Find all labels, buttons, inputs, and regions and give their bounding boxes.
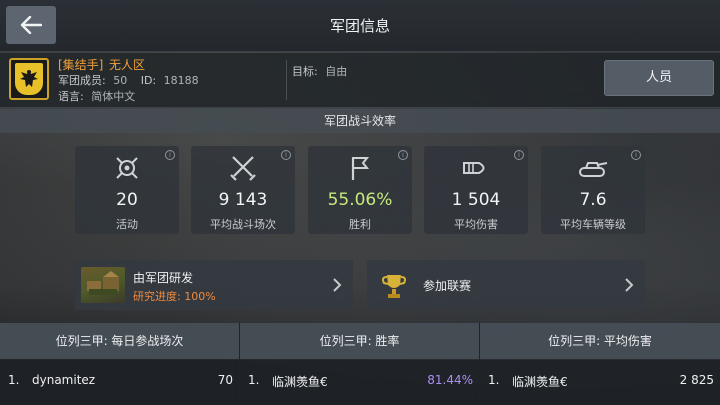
trophy-icon (379, 267, 409, 303)
stat-value: 9 143 (218, 190, 268, 210)
stat-card-avg-vehicle-tier[interactable]: i 7.6 平均车辆等级 (541, 146, 645, 234)
stat-label: 平均战斗场次 (210, 218, 276, 231)
info-icon[interactable]: i (631, 150, 641, 160)
research-progress: 研究进度: 100% (133, 290, 216, 303)
top3-header-daily-battles: 位列三甲: 每日参战场次 (0, 323, 239, 359)
join-league-button[interactable]: 参加联赛 (367, 260, 645, 310)
info-divider (286, 60, 287, 100)
legion-research-button[interactable]: 由军团研发 研究进度: 100% (75, 260, 353, 310)
language-value: 简体中文 (91, 90, 136, 103)
stat-label: 平均伤害 (454, 218, 498, 231)
info-icon[interactable]: i (514, 150, 524, 160)
research-base-thumbnail (81, 267, 125, 303)
members-count-label: 军团成员: 50 ID: 18188 (58, 72, 199, 88)
crossed-swords-icon (230, 156, 256, 181)
id-value: 18188 (163, 74, 199, 87)
chevron-right-icon (625, 278, 634, 292)
legion-tag: [集结手] (58, 58, 104, 72)
player-name: 临渊羡鱼€ (512, 375, 568, 389)
back-button[interactable] (6, 6, 56, 44)
rank: 1. (248, 373, 260, 387)
column-divider (239, 323, 240, 405)
rank: 1. (488, 373, 500, 387)
info-icon[interactable]: i (398, 150, 408, 160)
player-value: 81.44% (427, 373, 473, 387)
stat-label: 活动 (116, 218, 138, 231)
goal-label: 目标: (292, 65, 318, 78)
arrow-left-icon (20, 16, 42, 34)
stat-card-activity[interactable]: i 20 活动 (75, 146, 179, 234)
language-label: 语言: (58, 90, 84, 103)
eagle-emblem-icon (15, 63, 43, 95)
stat-value: 55.06% (327, 190, 393, 210)
league-title: 参加联赛 (423, 279, 472, 293)
info-icon[interactable]: i (281, 150, 291, 160)
research-title: 由军团研发 (133, 271, 194, 285)
members-label: 军团成员: (58, 74, 106, 87)
player-name: 临渊羡鱼€ (272, 375, 328, 389)
flag-icon (351, 157, 370, 180)
id-label: ID: (140, 74, 157, 87)
activity-medal-icon (116, 157, 138, 179)
chevron-right-icon (333, 278, 342, 292)
column-divider (479, 323, 480, 405)
tank-icon (579, 162, 608, 177)
stat-value: 7.6 (579, 190, 607, 210)
language-line: 语言: 简体中文 (58, 88, 135, 104)
stat-label: 平均车辆等级 (560, 218, 626, 231)
shell-icon (463, 162, 485, 174)
efficiency-header: 军团战斗效率 (0, 109, 720, 133)
stat-card-avg-battles[interactable]: i 9 143 平均战斗场次 (191, 146, 295, 234)
player-name: dynamitez (32, 373, 96, 387)
table-row[interactable]: 1. 临渊羡鱼€ 2 825 (480, 360, 720, 405)
top-bar (0, 0, 720, 52)
rank: 1. (8, 373, 20, 387)
members-value: 50 (113, 74, 128, 87)
table-row[interactable]: 1. 临渊羡鱼€ 81.44% (240, 360, 479, 405)
player-value: 2 825 (679, 373, 714, 387)
stat-card-avg-damage[interactable]: i 1 504 平均伤害 (424, 146, 528, 234)
stat-value: 20 (116, 190, 138, 210)
members-button[interactable]: 人员 (604, 60, 714, 96)
legion-emblem[interactable] (9, 58, 49, 100)
goal-value: 自由 (325, 65, 348, 78)
stat-label: 胜利 (349, 218, 371, 231)
stat-value: 1 504 (451, 190, 501, 210)
top3-header-avg-damage: 位列三甲: 平均伤害 (480, 323, 720, 359)
stat-card-win-rate[interactable]: i 55.06% 胜利 (308, 146, 412, 234)
goal-line: 目标: 自由 (292, 63, 347, 79)
legion-name: 无人区 (109, 58, 146, 72)
top3-header-win-rate: 位列三甲: 胜率 (240, 323, 479, 359)
table-row[interactable]: 1. dynamitez 70 (0, 360, 239, 405)
player-value: 70 (217, 373, 233, 387)
info-icon[interactable]: i (165, 150, 175, 160)
